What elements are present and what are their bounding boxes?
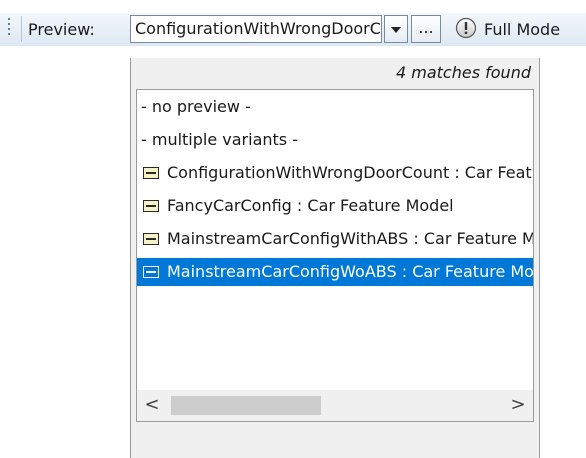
list-item-configuration[interactable]: FancyCarConfig : Car Feature Model — [137, 192, 533, 220]
preview-combobox-value[interactable]: ConfigurationWithWrongDoorCount — [135, 19, 381, 39]
full-mode-button[interactable]: Full Mode — [484, 19, 560, 41]
list-item-label: - multiple variants - — [141, 130, 298, 149]
configuration-icon — [143, 167, 159, 179]
list-item-label: MainstreamCarConfigWoABS : Car Feature M… — [167, 262, 533, 281]
browse-more-button[interactable]: ... — [411, 15, 441, 43]
preview-dropdown-popup: 4 matches found - no preview - - multipl… — [130, 58, 540, 458]
triangle-down-icon — [391, 27, 401, 33]
list-item-label: - no preview - — [141, 97, 251, 116]
preview-toolbar: Preview: ConfigurationWithWrongDoorCount… — [0, 0, 586, 58]
list-item-label: ConfigurationWithWrongDoorCount : Car Fe… — [167, 163, 533, 182]
configuration-icon — [143, 200, 159, 212]
scroll-left-arrow-icon[interactable]: < — [137, 390, 167, 421]
dropdown-button[interactable] — [384, 15, 408, 43]
list-item-configuration[interactable]: MainstreamCarConfigWithABS : Car Feature… — [137, 225, 533, 253]
preview-label: Preview: — [28, 20, 95, 39]
list-item-label: FancyCarConfig : Car Feature Model — [167, 196, 454, 215]
preview-options-list[interactable]: - no preview - - multiple variants - Con… — [136, 89, 534, 422]
configuration-icon — [143, 233, 159, 245]
list-item-multiple-variants[interactable]: - multiple variants - — [137, 126, 533, 154]
list-item-configuration-selected[interactable]: MainstreamCarConfigWoABS : Car Feature M… — [137, 258, 533, 286]
popup-footer — [131, 424, 539, 458]
scrollbar-thumb[interactable] — [171, 396, 321, 415]
info-circle-icon[interactable] — [455, 17, 477, 39]
configuration-icon — [143, 266, 159, 278]
matches-count-label: 4 matches found — [396, 63, 531, 82]
list-item-no-preview[interactable]: - no preview - — [137, 93, 533, 121]
toolbar-grip-handle[interactable] — [7, 18, 11, 40]
toolbar-separator — [21, 16, 22, 42]
list-item-label: MainstreamCarConfigWithABS : Car Feature… — [167, 229, 533, 248]
horizontal-scrollbar[interactable]: < > — [137, 390, 533, 421]
scroll-right-arrow-icon[interactable]: > — [503, 390, 533, 421]
list-item-configuration[interactable]: ConfigurationWithWrongDoorCount : Car Fe… — [137, 159, 533, 187]
preview-combobox[interactable]: ConfigurationWithWrongDoorCount — [130, 15, 382, 43]
